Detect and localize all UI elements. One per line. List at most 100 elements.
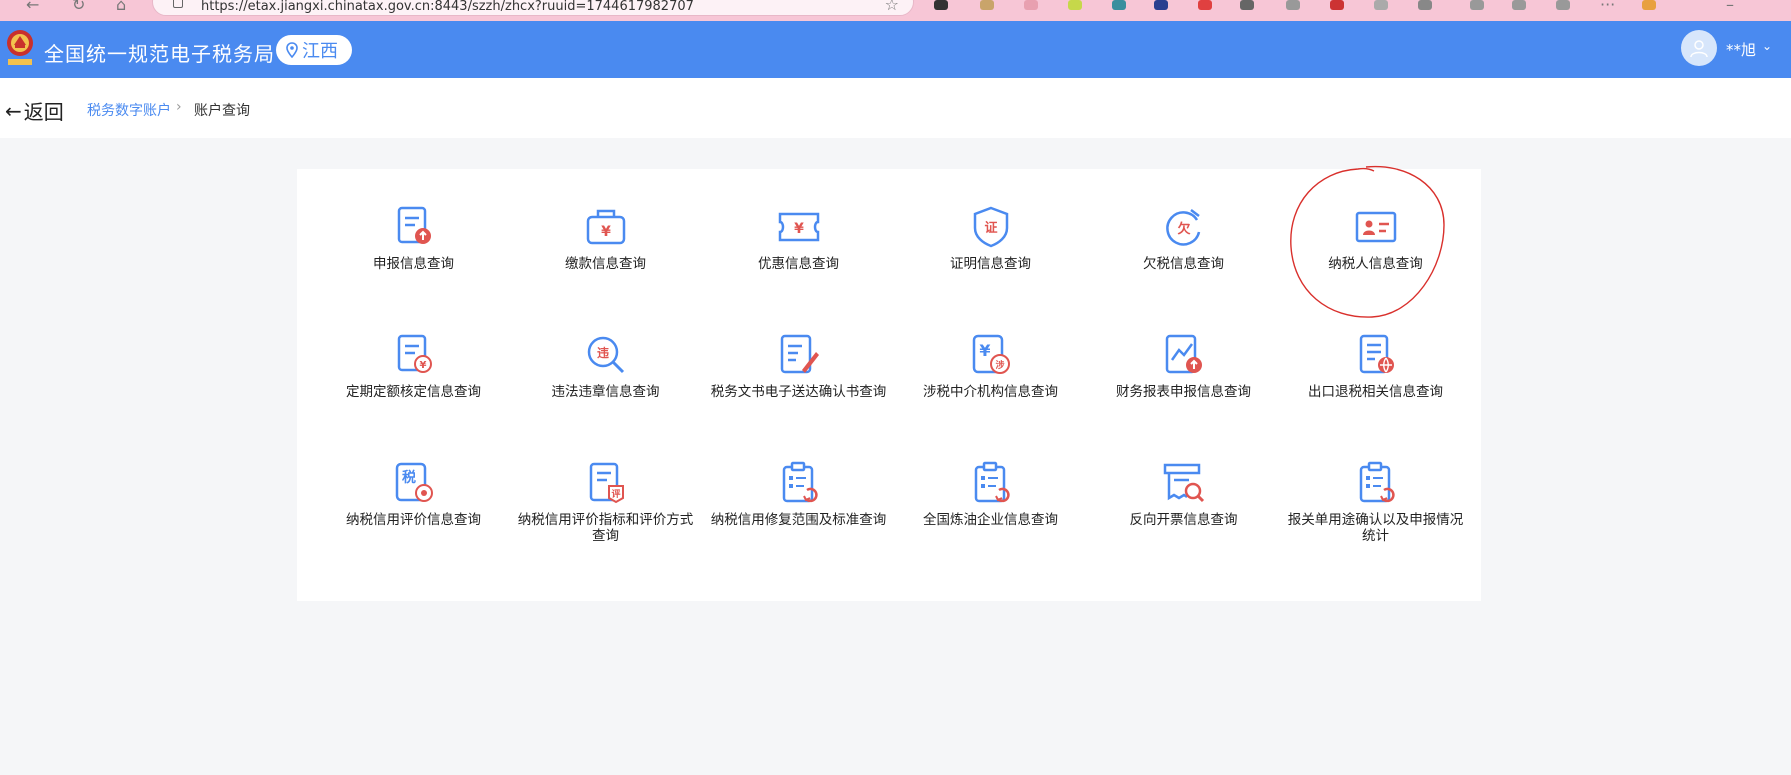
site-header: 全国统一规范电子税务局 江西 **旭 ⌄	[0, 21, 1791, 78]
financial-report-icon	[1165, 334, 1202, 374]
tile-label: 纳税信用评价信息查询	[346, 512, 481, 528]
history-icon[interactable]	[1512, 0, 1526, 10]
location-pin-icon	[286, 42, 298, 58]
tile-payment-query[interactable]: ¥ 缴款信息查询	[509, 204, 702, 272]
tile-label: 税务文书电子送达确认书查询	[710, 384, 887, 400]
fixed-quota-icon: ¥	[397, 334, 432, 373]
tile-label: 定期定额核定信息查询	[346, 384, 481, 400]
back-nav-icon[interactable]: ←	[26, 0, 39, 13]
more-menu-icon[interactable]: ···	[1600, 0, 1615, 13]
tile-document-delivery-query[interactable]: 税务文书电子送达确认书查询	[702, 332, 895, 400]
tile-credit-rating-query[interactable]: 税 纳税信用评价信息查询	[317, 460, 510, 528]
id-card-icon	[1355, 211, 1396, 243]
extension-icon[interactable]	[1112, 0, 1126, 10]
tile-label: 纳税信用评价指标和评价方式查询	[517, 512, 694, 544]
credit-index-icon: 评	[589, 462, 624, 504]
extension-icon[interactable]	[1374, 0, 1388, 10]
tile-fixed-quota-query[interactable]: ¥ 定期定额核定信息查询	[317, 332, 510, 400]
refinery-icon	[974, 461, 1010, 503]
svg-text:违: 违	[596, 345, 608, 360]
extension-icon[interactable]	[1068, 0, 1082, 10]
tile-label: 出口退税相关信息查询	[1308, 384, 1443, 400]
breadcrumb-link[interactable]: 税务数字账户	[87, 100, 171, 120]
tile-agency-query[interactable]: ¥ 涉 涉税中介机构信息查询	[894, 332, 1087, 400]
extension-icon[interactable]	[1024, 0, 1038, 10]
extension-icon[interactable]	[934, 0, 948, 10]
tile-violation-query[interactable]: 违 违法违章信息查询	[509, 332, 702, 400]
settings-icon[interactable]	[1556, 0, 1570, 10]
tile-reverse-invoice-query[interactable]: 反向开票信息查询	[1087, 460, 1280, 528]
reload-icon[interactable]: ↻	[72, 0, 85, 13]
document-pen-icon	[780, 334, 819, 374]
tile-label: 证明信息查询	[950, 256, 1031, 272]
avatar[interactable]	[1681, 30, 1717, 66]
tile-refinery-query[interactable]: 全国炼油企业信息查询	[894, 460, 1087, 528]
minimize-icon[interactable]: –	[1726, 0, 1734, 13]
svg-text:¥: ¥	[601, 224, 611, 240]
region-name: 江西	[302, 41, 338, 62]
query-panel: 申报信息查询 ¥ 缴款信息查询 ¥ 优惠信息查询 证 证明信息查询 欠 欠税信息…	[297, 169, 1481, 601]
arrow-left-icon: ←	[5, 98, 22, 123]
tile-taxpayer-info-query[interactable]: 纳税人信息查询	[1279, 204, 1472, 272]
tile-financial-report-query[interactable]: 财务报表申报信息查询	[1087, 332, 1280, 400]
breadcrumb-separator-icon: ›	[176, 99, 182, 115]
agency-icon: ¥ 涉	[972, 334, 1010, 374]
svg-text:评: 评	[611, 488, 620, 500]
address-bar[interactable]: https://etax.jiangxi.chinatax.gov.cn:844…	[152, 0, 914, 16]
tile-credit-repair-query[interactable]: 纳税信用修复范围及标准查询	[702, 460, 895, 528]
chevron-down-icon[interactable]: ⌄	[1762, 39, 1772, 53]
extension-icon[interactable]	[1240, 0, 1254, 10]
bookmark-star-icon[interactable]: ☆	[885, 0, 899, 14]
region-selector[interactable]: 江西	[276, 35, 352, 65]
extension-icon[interactable]	[1286, 0, 1300, 10]
tile-label: 全国炼油企业信息查询	[923, 512, 1058, 528]
tile-arrears-query[interactable]: 欠 欠税信息查询	[1087, 204, 1280, 272]
tile-label: 反向开票信息查询	[1129, 512, 1238, 528]
back-button[interactable]: ← 返回	[5, 96, 64, 125]
tile-label: 涉税中介机构信息查询	[923, 384, 1058, 400]
tile-label: 违法违章信息查询	[551, 384, 660, 400]
svg-text:¥: ¥	[794, 221, 804, 237]
svg-text:¥: ¥	[979, 341, 990, 360]
extension-icon[interactable]	[1470, 0, 1484, 10]
user-name[interactable]: **旭	[1726, 39, 1756, 60]
breadcrumb-current: 账户查询	[194, 103, 250, 119]
extension-icon[interactable]	[1198, 0, 1212, 10]
declaration-icon	[397, 206, 431, 244]
tax-emblem-icon[interactable]	[4, 27, 36, 67]
extension-icon[interactable]	[1418, 0, 1432, 10]
url-text: https://etax.jiangxi.chinatax.gov.cn:844…	[201, 0, 694, 14]
tile-declaration-query[interactable]: 申报信息查询	[317, 204, 510, 272]
svg-text:欠: 欠	[1177, 221, 1190, 237]
tile-label: 财务报表申报信息查询	[1116, 384, 1251, 400]
tile-credit-index-query[interactable]: 评 纳税信用评价指标和评价方式查询	[509, 460, 702, 544]
tile-label: 申报信息查询	[373, 256, 454, 272]
export-rebate-icon	[1359, 334, 1394, 374]
tile-export-rebate-query[interactable]: 出口退税相关信息查询	[1279, 332, 1472, 400]
tile-preferential-query[interactable]: ¥ 优惠信息查询	[702, 204, 895, 272]
credit-repair-icon	[782, 461, 818, 503]
svg-text:¥: ¥	[419, 360, 426, 371]
tile-customs-declaration-query[interactable]: 报关单用途确认以及申报情况统计	[1279, 460, 1472, 544]
extension-icon[interactable]	[1154, 0, 1168, 10]
tile-label: 优惠信息查询	[758, 256, 839, 272]
credit-rating-icon: 税	[395, 462, 433, 502]
back-label: 返回	[23, 100, 64, 124]
profile-icon[interactable]	[1642, 0, 1656, 10]
certificate-shield-icon: 证	[973, 206, 1008, 248]
violation-search-icon: 违	[587, 336, 624, 374]
extension-icon[interactable]	[980, 0, 994, 10]
site-info-icon[interactable]	[173, 0, 183, 8]
svg-text:税: 税	[402, 469, 416, 486]
browser-toolbar: ← ↻ ⌂ https://etax.jiangxi.chinatax.gov.…	[0, 0, 1791, 21]
extension-icon[interactable]	[1330, 0, 1344, 10]
tile-certificate-query[interactable]: 证 证明信息查询	[894, 204, 1087, 272]
customs-declaration-icon	[1359, 461, 1395, 503]
site-title[interactable]: 全国统一规范电子税务局	[44, 38, 275, 67]
tile-label: 纳税信用修复范围及标准查询	[710, 512, 887, 528]
svg-text:证: 证	[984, 221, 997, 236]
home-icon[interactable]: ⌂	[116, 0, 126, 13]
tile-label: 欠税信息查询	[1143, 256, 1224, 272]
ticket-icon: ¥	[778, 212, 819, 242]
payment-icon: ¥	[586, 209, 625, 245]
